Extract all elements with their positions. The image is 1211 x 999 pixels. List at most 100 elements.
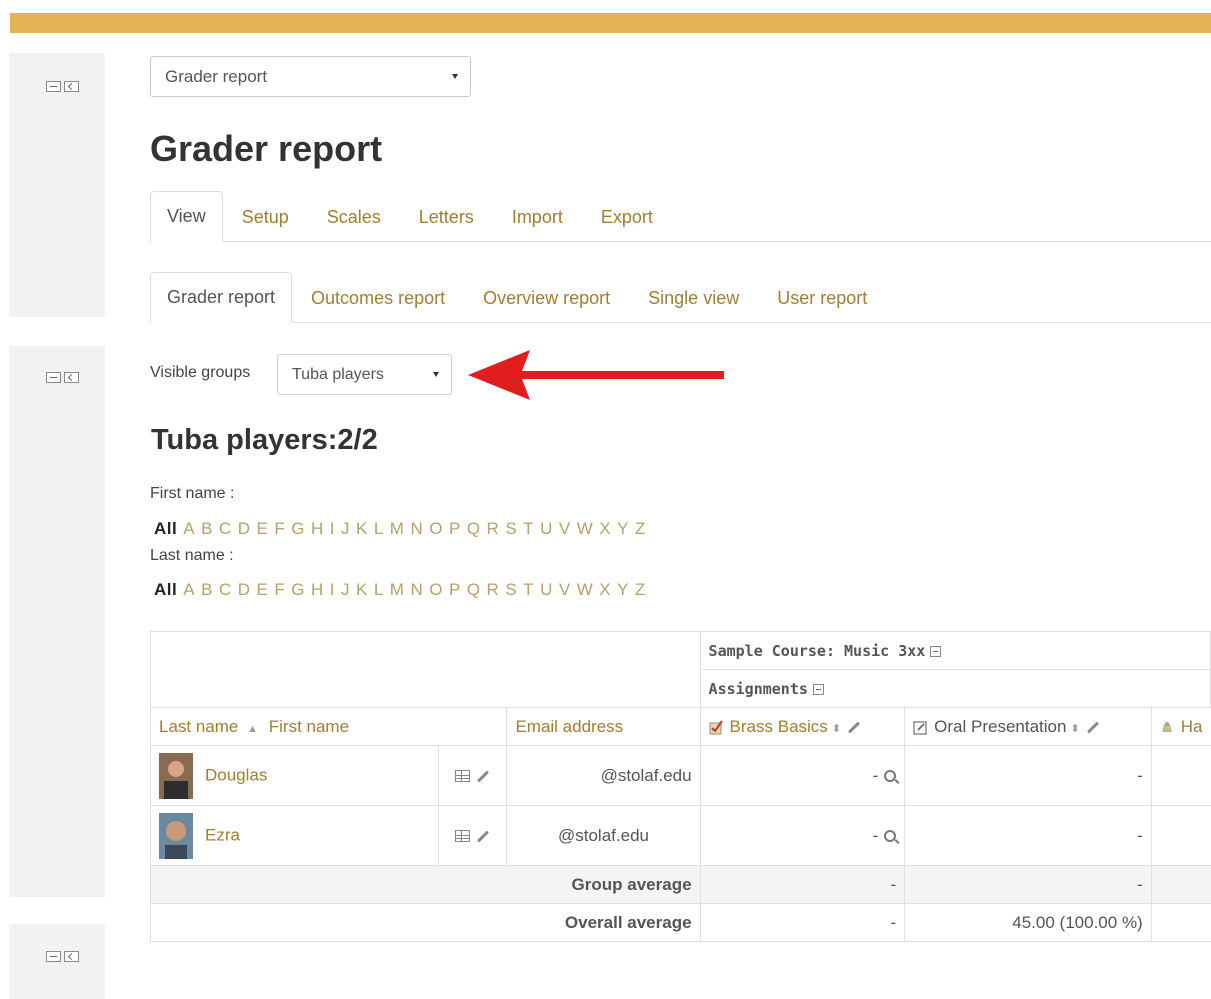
- last-initial-m[interactable]: M: [390, 580, 405, 600]
- first-initial-r[interactable]: R: [487, 519, 500, 539]
- first-initial-t[interactable]: T: [523, 519, 534, 539]
- student-name[interactable]: Douglas: [205, 765, 267, 784]
- last-initial-r[interactable]: R: [487, 580, 500, 600]
- last-initial-p[interactable]: P: [449, 580, 461, 600]
- collapse-block-icon[interactable]: [46, 372, 61, 383]
- first-initial-a[interactable]: A: [183, 519, 195, 539]
- gradebook-icon[interactable]: [455, 830, 471, 843]
- last-initial-x[interactable]: X: [599, 580, 611, 600]
- first-name-all[interactable]: All: [154, 519, 177, 539]
- first-initial-v[interactable]: V: [559, 519, 571, 539]
- last-initial-g[interactable]: G: [291, 580, 305, 600]
- first-initial-x[interactable]: X: [599, 519, 611, 539]
- tab-scales[interactable]: Scales: [308, 193, 400, 241]
- first-initial-i[interactable]: I: [330, 519, 335, 539]
- first-initial-h[interactable]: H: [311, 519, 324, 539]
- sort-icon[interactable]: ⬍: [1070, 723, 1079, 735]
- report-selector[interactable]: Grader report: [150, 56, 471, 97]
- last-initial-l[interactable]: L: [374, 580, 384, 600]
- last-initial-q[interactable]: Q: [467, 580, 481, 600]
- visible-groups-select[interactable]: Tuba players: [277, 354, 452, 395]
- expand-category-icon[interactable]: [812, 683, 824, 695]
- avatar[interactable]: [159, 752, 193, 799]
- grade-cell[interactable]: [1150, 805, 1211, 866]
- last-initial-u[interactable]: U: [540, 580, 553, 600]
- search-icon[interactable]: [884, 770, 897, 783]
- first-initial-f[interactable]: F: [274, 519, 285, 539]
- tab-grader-report[interactable]: Grader report: [150, 272, 293, 323]
- tab-single-view[interactable]: Single view: [629, 274, 758, 322]
- grade-cell[interactable]: -: [699, 805, 906, 866]
- edit-pencil-icon[interactable]: [477, 770, 490, 783]
- last-initial-o[interactable]: O: [429, 580, 443, 600]
- first-initial-d[interactable]: D: [238, 519, 251, 539]
- sort-icon[interactable]: ⬍: [832, 723, 841, 735]
- tab-export[interactable]: Export: [582, 193, 672, 241]
- last-initial-k[interactable]: K: [356, 580, 368, 600]
- last-initial-j[interactable]: J: [341, 580, 350, 600]
- last-initial-y[interactable]: Y: [617, 580, 629, 600]
- first-initial-g[interactable]: G: [291, 519, 305, 539]
- first-initial-n[interactable]: N: [410, 519, 423, 539]
- grade-cell[interactable]: [1150, 745, 1211, 806]
- first-initial-o[interactable]: O: [429, 519, 443, 539]
- last-initial-a[interactable]: A: [183, 580, 195, 600]
- last-initial-i[interactable]: I: [330, 580, 335, 600]
- first-initial-y[interactable]: Y: [617, 519, 629, 539]
- first-initial-s[interactable]: S: [505, 519, 517, 539]
- tab-import[interactable]: Import: [493, 193, 582, 241]
- first-initial-b[interactable]: B: [201, 519, 213, 539]
- grade-cell[interactable]: -: [904, 805, 1152, 866]
- last-initial-f[interactable]: F: [274, 580, 285, 600]
- last-name-all[interactable]: All: [154, 580, 177, 600]
- first-initial-m[interactable]: M: [390, 519, 405, 539]
- collapse-block-icon[interactable]: [46, 951, 61, 962]
- first-initial-u[interactable]: U: [540, 519, 553, 539]
- last-initial-e[interactable]: E: [256, 580, 268, 600]
- tab-view[interactable]: View: [150, 191, 223, 242]
- first-initial-l[interactable]: L: [374, 519, 384, 539]
- last-initial-v[interactable]: V: [559, 580, 571, 600]
- tab-user-report[interactable]: User report: [758, 274, 886, 322]
- last-initial-d[interactable]: D: [238, 580, 251, 600]
- collapse-block-icon[interactable]: [46, 81, 61, 92]
- dock-block-icon[interactable]: [64, 372, 79, 383]
- first-initial-q[interactable]: Q: [467, 519, 481, 539]
- grade-cell[interactable]: -: [904, 745, 1152, 806]
- grade-cell[interactable]: -: [699, 745, 906, 806]
- edit-pencil-icon[interactable]: [477, 830, 490, 843]
- dock-block-icon[interactable]: [64, 951, 79, 962]
- item-name[interactable]: Oral Presentation: [934, 717, 1066, 736]
- item-name[interactable]: Brass Basics: [730, 717, 828, 736]
- avatar[interactable]: [159, 812, 193, 859]
- first-initial-z[interactable]: Z: [635, 519, 646, 539]
- sort-last-name[interactable]: Last name: [159, 717, 238, 736]
- first-initial-j[interactable]: J: [341, 519, 350, 539]
- edit-pencil-icon[interactable]: [848, 721, 861, 734]
- first-initial-k[interactable]: K: [356, 519, 368, 539]
- last-initial-b[interactable]: B: [201, 580, 213, 600]
- last-initial-s[interactable]: S: [505, 580, 517, 600]
- edit-pencil-icon[interactable]: [1086, 721, 1099, 734]
- first-initial-c[interactable]: C: [219, 519, 232, 539]
- tab-overview-report[interactable]: Overview report: [464, 274, 629, 322]
- last-initial-t[interactable]: T: [523, 580, 534, 600]
- last-initial-w[interactable]: W: [577, 580, 594, 600]
- tab-letters[interactable]: Letters: [400, 193, 493, 241]
- last-initial-z[interactable]: Z: [635, 580, 646, 600]
- first-initial-e[interactable]: E: [256, 519, 268, 539]
- last-initial-c[interactable]: C: [219, 580, 232, 600]
- student-name[interactable]: Ezra: [205, 825, 240, 844]
- last-initial-n[interactable]: N: [410, 580, 423, 600]
- collapse-category-icon[interactable]: [930, 645, 942, 657]
- search-icon[interactable]: [884, 830, 897, 843]
- tab-outcomes-report[interactable]: Outcomes report: [292, 274, 464, 322]
- sort-first-name[interactable]: First name: [269, 717, 349, 736]
- first-initial-w[interactable]: W: [577, 519, 594, 539]
- last-initial-h[interactable]: H: [311, 580, 324, 600]
- gradebook-icon[interactable]: [455, 770, 471, 783]
- tab-setup[interactable]: Setup: [223, 193, 308, 241]
- item-name[interactable]: Ha: [1181, 717, 1203, 736]
- dock-block-icon[interactable]: [64, 81, 79, 92]
- first-initial-p[interactable]: P: [449, 519, 461, 539]
